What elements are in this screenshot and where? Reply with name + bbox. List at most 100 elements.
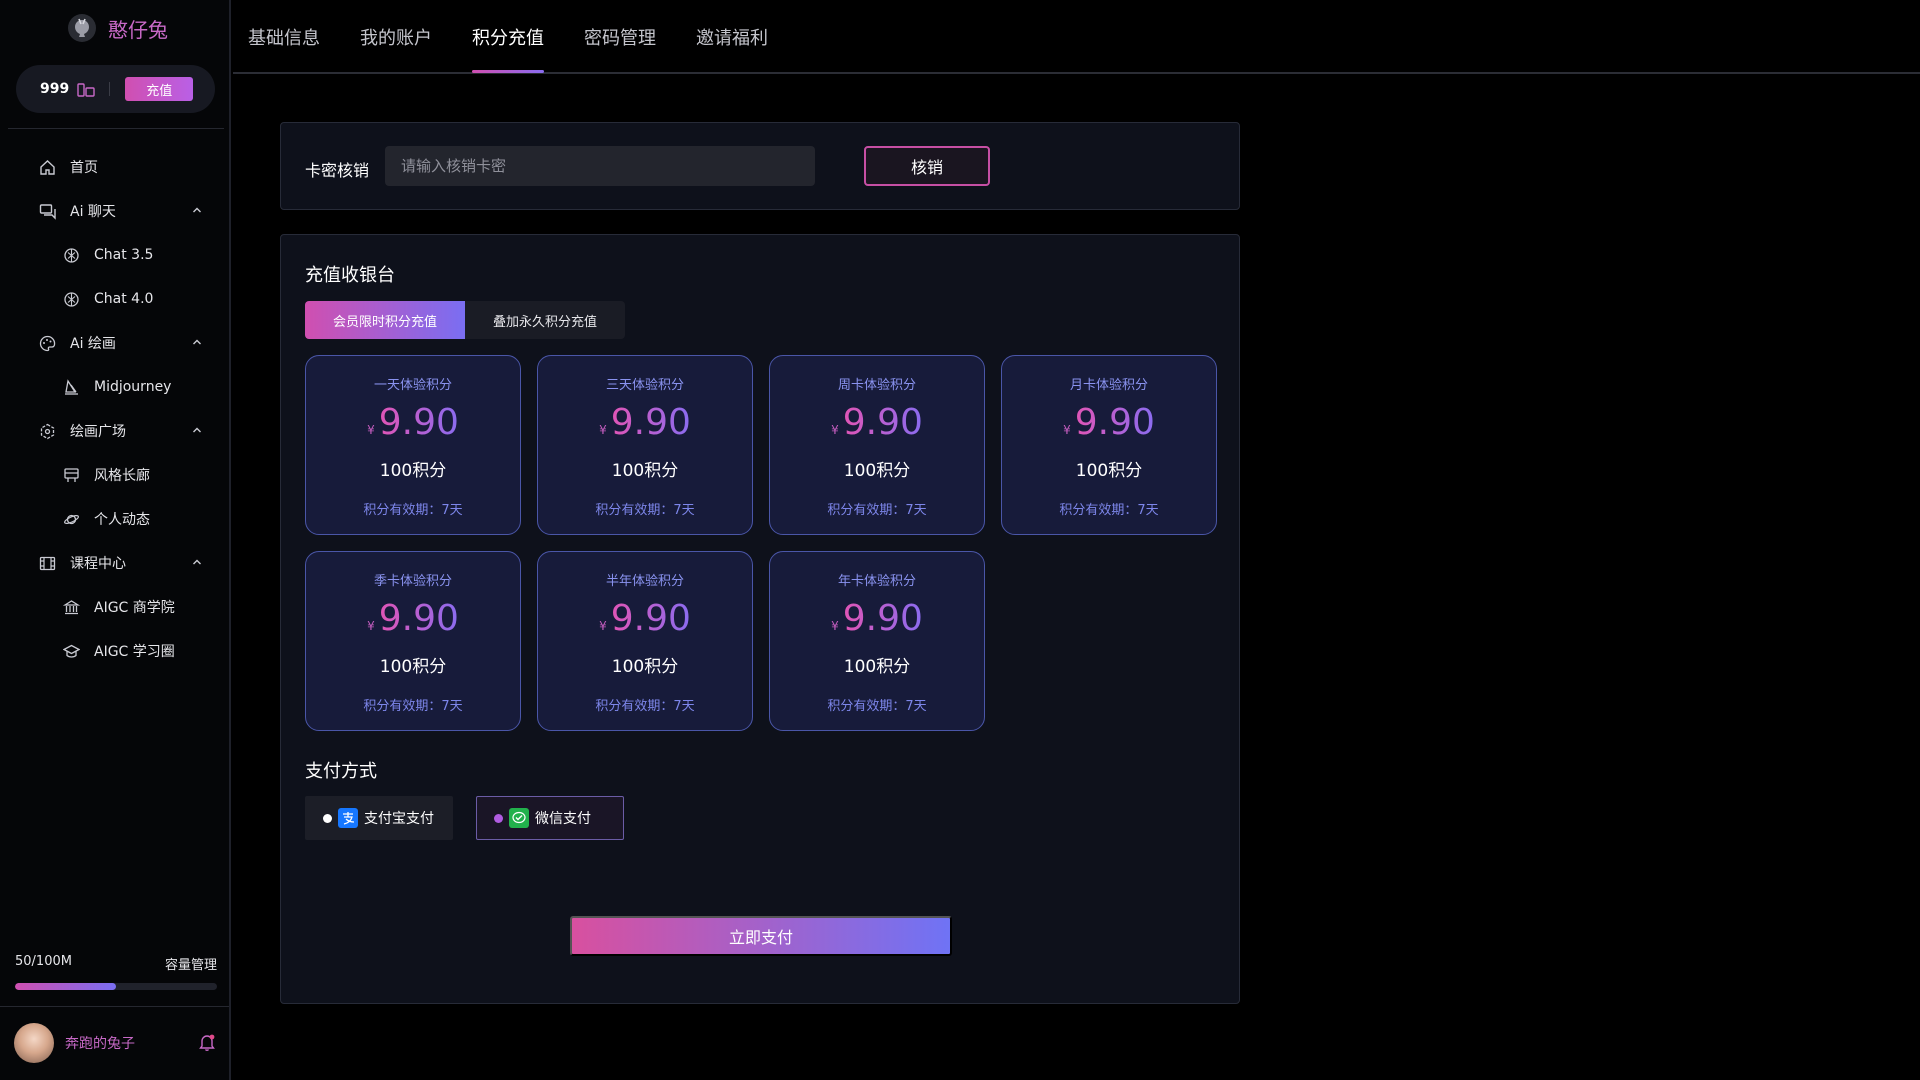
sidebar-item-chat-40[interactable]: Chat 4.0 — [0, 277, 229, 321]
user-profile[interactable]: 奔跑的兔子 — [14, 1022, 219, 1064]
currency-symbol: ¥ — [1063, 423, 1071, 437]
payment-option-wechat[interactable]: 微信支付 — [476, 796, 624, 840]
sidebar-item-aigc-business-school[interactable]: AIGC 商学院 — [0, 585, 229, 629]
plan-card-three-day[interactable]: 三天体验积分 ¥9.90 100积分 积分有效期：7天 — [537, 355, 753, 535]
plan-card-quarter[interactable]: 季卡体验积分 ¥9.90 100积分 积分有效期：7天 — [305, 551, 521, 731]
chevron-up-icon[interactable] — [191, 204, 203, 216]
sidebar-item-label: 风格长廊 — [94, 468, 150, 484]
sail-icon — [62, 378, 80, 396]
tab-my-account[interactable]: 我的账户 — [360, 24, 432, 74]
plan-name: 季卡体验积分 — [373, 574, 452, 589]
plan-card-month[interactable]: 月卡体验积分 ¥9.90 100积分 积分有效期：7天 — [1001, 355, 1217, 535]
plan-validity: 积分有效期：7天 — [363, 503, 463, 518]
plan-card-day[interactable]: 一天体验积分 ¥9.90 100积分 积分有效期：7天 — [305, 355, 521, 535]
sidebar-item-label: 个人动态 — [94, 512, 150, 528]
plan-card-year[interactable]: 年卡体验积分 ¥9.90 100积分 积分有效期：7天 — [769, 551, 985, 731]
plan-price: ¥9.90 — [1002, 402, 1216, 443]
currency-symbol: ¥ — [831, 619, 839, 633]
price-value: 9.90 — [378, 402, 459, 443]
sidebar-item-home[interactable]: 首页 — [0, 145, 229, 189]
sidebar-item-aigc-study-circle[interactable]: AIGC 学习圈 — [0, 629, 229, 673]
sidebar-item-label: AIGC 商学院 — [94, 600, 175, 616]
sidebar-item-label: Chat 3.5 — [94, 247, 154, 263]
chevron-up-icon[interactable] — [191, 424, 203, 436]
openai-icon — [62, 290, 80, 308]
plan-points: 100积分 — [843, 657, 911, 677]
segment-permanent-points[interactable]: 叠加永久积分充值 — [465, 301, 625, 339]
coins-icon — [77, 82, 95, 97]
redeem-label: 卡密核销 — [305, 161, 370, 180]
storage-usage: 50/100M 容量管理 — [15, 954, 217, 990]
film-icon — [38, 554, 56, 572]
price-value: 9.90 — [1074, 402, 1155, 443]
storage-manage-link[interactable]: 容量管理 — [165, 954, 217, 973]
segment-member-limited-points[interactable]: 会员限时积分充值 — [305, 301, 465, 339]
sidebar-item-ai-chat[interactable]: Ai 聊天 — [0, 189, 229, 233]
sidebar-item-label: 绘画广场 — [70, 424, 126, 440]
sidebar-item-course-center[interactable]: 课程中心 — [0, 541, 229, 585]
palette-icon — [38, 334, 56, 352]
plan-validity: 积分有效期：7天 — [595, 699, 695, 714]
chevron-up-icon[interactable] — [191, 556, 203, 568]
currency-symbol: ¥ — [367, 619, 375, 633]
sidebar-item-ai-drawing[interactable]: Ai 绘画 — [0, 321, 229, 365]
storage-progress-bar — [15, 983, 217, 990]
card-redeem-panel: 卡密核销 核销 — [280, 122, 1240, 210]
tab-basic-info[interactable]: 基础信息 — [248, 24, 320, 74]
sidebar-item-style-gallery[interactable]: 风格长廊 — [0, 453, 229, 497]
radio-dot[interactable] — [323, 813, 332, 823]
plan-validity: 积分有效期：7天 — [827, 503, 927, 518]
plan-name: 半年体验积分 — [605, 574, 684, 589]
storage-usage-text: 50/100M — [15, 954, 72, 969]
tab-invite-rewards[interactable]: 邀请福利 — [696, 24, 768, 74]
redeem-code-input[interactable] — [385, 146, 815, 186]
plan-validity: 积分有效期：7天 — [363, 699, 463, 714]
plan-validity: 积分有效期：7天 — [827, 699, 927, 714]
planet-icon — [62, 510, 80, 528]
plan-price: ¥9.90 — [770, 402, 984, 443]
plan-name: 月卡体验积分 — [1069, 378, 1148, 393]
sidebar-item-label: AIGC 学习圈 — [94, 644, 175, 660]
chevron-up-icon[interactable] — [191, 336, 203, 348]
points-count: 999 — [40, 81, 70, 97]
sidebar-item-label: Midjourney — [94, 379, 172, 395]
chat-icon — [38, 202, 56, 220]
alipay-icon — [338, 808, 358, 828]
bank-icon — [62, 598, 80, 616]
topup-button[interactable]: 充值 — [125, 77, 194, 101]
bell-icon[interactable] — [197, 1032, 217, 1052]
plan-card-half-year[interactable]: 半年体验积分 ¥9.90 100积分 积分有效期：7天 — [537, 551, 753, 731]
plan-name: 周卡体验积分 — [837, 378, 916, 393]
sidebar-item-drawing-square[interactable]: 绘画广场 — [0, 409, 229, 453]
pay-now-button[interactable]: 立即支付 — [570, 916, 952, 956]
payment-method-title: 支付方式 — [305, 761, 377, 782]
home-icon — [38, 158, 56, 176]
plan-points: 100积分 — [611, 657, 679, 677]
radio-dot-selected[interactable] — [494, 813, 503, 823]
brand-name: 憨仔兔 — [108, 17, 168, 42]
payment-option-label: 支付宝支付 — [364, 811, 434, 827]
plan-price: ¥9.90 — [306, 598, 520, 639]
sidebar-item-midjourney[interactable]: Midjourney — [0, 365, 229, 409]
sidebar-divider — [0, 1006, 229, 1007]
sidebar-item-chat-35[interactable]: Chat 3.5 — [0, 233, 229, 277]
price-value: 9.90 — [610, 402, 691, 443]
tab-password-management[interactable]: 密码管理 — [584, 24, 656, 74]
tab-points-recharge[interactable]: 积分充值 — [472, 24, 544, 74]
points-balance: 999 充值 — [16, 65, 215, 113]
balance-divider — [109, 82, 111, 96]
brand[interactable]: 憨仔兔 — [68, 12, 168, 44]
sidebar-item-label: 首页 — [70, 160, 98, 176]
plan-points: 100积分 — [1075, 461, 1143, 481]
price-value: 9.90 — [842, 402, 923, 443]
plan-card-week[interactable]: 周卡体验积分 ¥9.90 100积分 积分有效期：7天 — [769, 355, 985, 535]
cashier-title: 充值收银台 — [305, 265, 395, 286]
sidebar-item-personal-feed[interactable]: 个人动态 — [0, 497, 229, 541]
plan-validity: 积分有效期：7天 — [595, 503, 695, 518]
avatar[interactable] — [14, 1023, 54, 1063]
easel-icon — [62, 466, 80, 484]
sidebar-item-label: Ai 绘画 — [70, 336, 116, 352]
rabbit-logo-icon — [68, 14, 96, 42]
redeem-button[interactable]: 核销 — [864, 146, 990, 186]
payment-option-alipay[interactable]: 支付宝支付 — [305, 796, 453, 840]
